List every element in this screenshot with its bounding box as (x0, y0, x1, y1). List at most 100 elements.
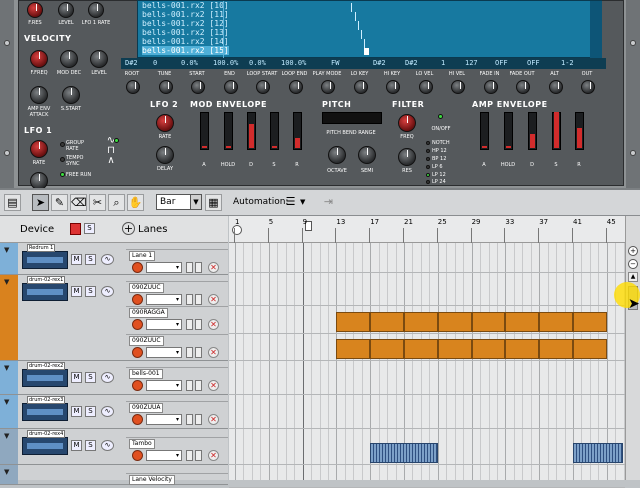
lane-clip-toggle[interactable] (195, 294, 202, 305)
amp-env-hold-fader[interactable] (504, 112, 513, 150)
lane-mute-toggle[interactable] (186, 294, 193, 305)
fold-triangle-icon[interactable]: ▼ (4, 468, 9, 476)
sequencer-mode-icon[interactable]: ▤ (4, 194, 21, 211)
param-knob-end[interactable] (223, 80, 238, 94)
amp-env-release-fader[interactable] (575, 112, 584, 150)
param-knob-fade-out[interactable] (516, 80, 530, 94)
lfo1-rate-knob[interactable] (88, 2, 104, 18)
lane-pattern-select[interactable]: ▾ (146, 262, 182, 273)
param-knob-play-mode[interactable] (321, 80, 335, 94)
lane-mute-toggle[interactable] (186, 380, 193, 391)
solo-button[interactable]: S (85, 286, 96, 297)
solo-button[interactable]: S (85, 254, 96, 265)
filter-mode-led[interactable] (426, 180, 430, 184)
fold-triangle-icon[interactable]: ▼ (4, 278, 9, 286)
mute-button[interactable]: M (71, 254, 82, 265)
delete-lane-icon[interactable]: ✕ (208, 319, 219, 330)
lane-clip-toggle[interactable] (195, 347, 202, 358)
lfo2-delay-knob[interactable] (156, 146, 174, 164)
lane-mute-toggle[interactable] (186, 414, 193, 425)
rex-clip[interactable] (573, 312, 607, 332)
tambo-clip[interactable] (573, 443, 623, 463)
param-knob-lo-vel[interactable] (418, 80, 433, 94)
export-icon[interactable]: ⇥ (320, 194, 337, 211)
filter-mode-lp12[interactable]: LP 12 (432, 172, 446, 178)
delete-lane-icon[interactable]: ✕ (208, 262, 219, 273)
device-monitor-icon[interactable]: ∿ (101, 254, 114, 265)
sample-row[interactable]: bells-001.rx2 [12] (142, 19, 229, 28)
delete-lane-icon[interactable]: ✕ (208, 347, 219, 358)
device-monitor-icon[interactable]: ∿ (101, 406, 114, 417)
lane-pattern-select[interactable]: ▾ (146, 450, 182, 461)
lcd-scrollbar[interactable] (590, 1, 602, 58)
vertical-scrollbar[interactable]: + − ▲ (625, 216, 640, 480)
rex-clip[interactable] (505, 312, 540, 332)
lane-pattern-select[interactable]: ▾ (146, 319, 182, 330)
vel-f-freq-knob[interactable] (30, 50, 48, 68)
lane-record-icon[interactable] (132, 347, 143, 358)
semi-knob[interactable] (358, 146, 376, 164)
filter-mode-hp12[interactable]: HP 12 (432, 148, 447, 154)
solo-all-button[interactable]: S (84, 223, 95, 234)
lane-grid-row[interactable] (229, 473, 625, 488)
filter-res-knob[interactable] (398, 148, 416, 166)
note-lane[interactable]: 090ZUUC ▾ ✕ (126, 334, 228, 361)
sample-row[interactable]: bells-001.rx2 [11] (142, 10, 229, 19)
sample-list-display[interactable]: bells-001.rx2 [10] bells-001.rx2 [11] be… (137, 0, 602, 59)
waveform-led[interactable] (114, 138, 119, 143)
rex-clip[interactable] (404, 312, 438, 332)
vel-mod-dec-knob[interactable] (60, 50, 78, 68)
add-lane-icon[interactable]: + (122, 222, 135, 235)
rex-clip[interactable] (471, 312, 506, 332)
device-monitor-icon[interactable]: ∿ (101, 286, 114, 297)
filter-mode-notch[interactable]: NOTCH (432, 140, 450, 146)
delete-lane-icon[interactable]: ✕ (208, 450, 219, 461)
note-lane[interactable]: 090ZUUA ▾ ✕ (126, 401, 228, 429)
lane-record-icon[interactable] (132, 294, 143, 305)
delete-lane-icon[interactable]: ✕ (208, 414, 219, 425)
mute-button[interactable]: M (71, 286, 82, 297)
razor-tool-icon[interactable]: ✂ (89, 194, 106, 211)
lane-mute-toggle[interactable] (186, 319, 193, 330)
device-monitor-icon[interactable]: ∿ (101, 440, 114, 451)
mod-env-decay-fader[interactable] (247, 112, 256, 150)
param-knob-fade-in[interactable] (483, 80, 498, 94)
sample-row-selected[interactable]: bells-001.rx2 [15] (142, 46, 229, 55)
free-run-led[interactable] (60, 172, 65, 177)
lane-record-icon[interactable] (132, 450, 143, 461)
vel-s-start-knob[interactable] (62, 86, 80, 104)
param-knob-root[interactable] (126, 80, 140, 94)
selection-tool-icon[interactable]: ➤ (32, 194, 49, 211)
lane-mute-toggle[interactable] (186, 347, 193, 358)
filter-mode-lp6[interactable]: LP 6 (432, 164, 443, 170)
rex-clip[interactable] (336, 339, 371, 359)
timeline-ruler[interactable]: 1 5 9 13 17 21 25 29 33 37 41 45 (229, 216, 625, 243)
filter-mode-led[interactable] (426, 165, 430, 169)
lane-grid-row[interactable] (229, 281, 625, 306)
amp-env-sustain-fader[interactable] (552, 112, 561, 150)
param-knob-alt[interactable] (548, 80, 563, 94)
mute-button[interactable]: M (71, 372, 82, 383)
rex-clip[interactable] (437, 312, 472, 332)
magnify-tool-icon[interactable]: ⌕ (108, 194, 125, 211)
mod-env-attack-fader[interactable] (200, 112, 209, 150)
lane-clip-toggle[interactable] (195, 262, 202, 273)
lane-record-icon[interactable] (132, 319, 143, 330)
rex-clip[interactable] (370, 312, 404, 332)
solo-button[interactable]: S (85, 372, 96, 383)
param-knob-out[interactable] (581, 80, 595, 94)
lane-pattern-select[interactable]: ▾ (146, 380, 182, 391)
rex-clip[interactable] (539, 312, 573, 332)
fold-triangle-icon[interactable]: ▼ (4, 398, 9, 406)
octave-knob[interactable] (328, 146, 346, 164)
filter-mode-led[interactable] (426, 157, 430, 161)
device-monitor-icon[interactable]: ∿ (101, 372, 114, 383)
note-lane[interactable]: 090RAGGA ▾ ✕ (126, 306, 228, 334)
arrangement-grid[interactable] (229, 243, 634, 488)
amp-env-decay-fader[interactable] (528, 112, 537, 150)
param-knob-hi-key[interactable] (386, 80, 400, 94)
eraser-tool-icon[interactable]: ⌫ (70, 194, 87, 211)
rex-clip[interactable] (539, 339, 573, 359)
scroll-up-icon[interactable]: ▲ (628, 272, 638, 282)
lfo2-rate-knob[interactable] (156, 114, 174, 132)
